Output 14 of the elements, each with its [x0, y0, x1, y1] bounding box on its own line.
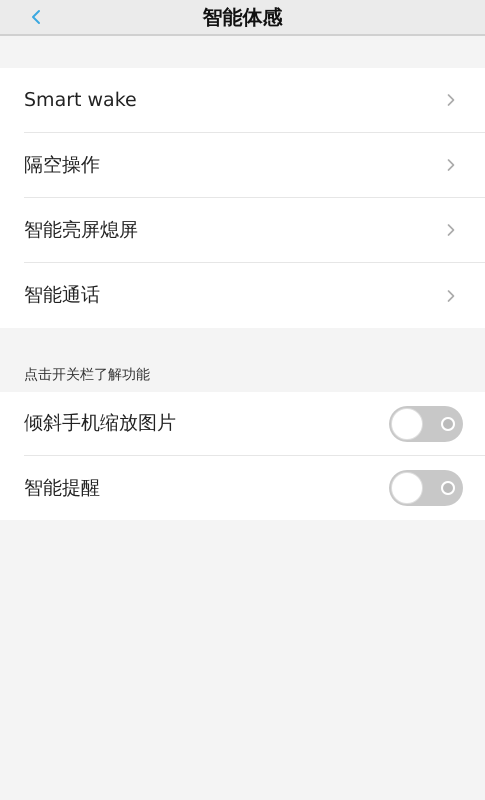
item-label: 智能通话: [24, 283, 100, 308]
toggle-switch[interactable]: [389, 406, 463, 442]
item-label: Smart wake: [24, 88, 137, 113]
settings-item[interactable]: Smart wake: [24, 68, 485, 133]
settings-item[interactable]: 隔空操作: [24, 133, 485, 198]
item-label: 隔空操作: [24, 152, 100, 178]
item-label: 倾斜手机缩放图片: [24, 411, 176, 436]
item-label: 智能提醒: [24, 476, 100, 501]
item-label: 智能亮屏熄屏: [24, 218, 138, 243]
window-title: 智能体感: [202, 4, 282, 31]
settings-item[interactable]: 智能通话: [24, 263, 485, 328]
settings-item[interactable]: 智能亮屏熄屏: [24, 198, 485, 263]
section-label: 点击开关栏了解功能: [24, 366, 150, 385]
toggle-switch[interactable]: [389, 470, 463, 506]
